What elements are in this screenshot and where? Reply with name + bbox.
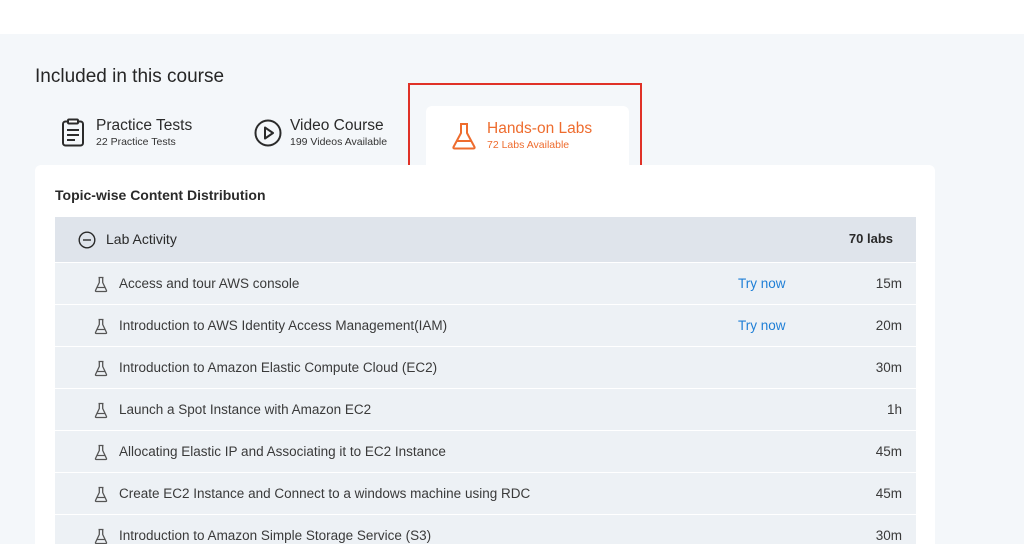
lab-duration: 30m bbox=[875, 528, 902, 543]
tab-practice-tests[interactable]: Practice Tests 22 Practice Tests bbox=[61, 117, 192, 149]
try-now-link[interactable]: Try now bbox=[738, 276, 786, 291]
lab-title: Access and tour AWS console bbox=[119, 276, 300, 291]
try-now-link[interactable]: Try now bbox=[738, 318, 786, 333]
content-distribution-title: Topic-wise Content Distribution bbox=[55, 187, 266, 203]
tab-video-course[interactable]: Video Course 199 Videos Available bbox=[254, 117, 387, 149]
lab-title: Introduction to Amazon Elastic Compute C… bbox=[119, 360, 438, 375]
lab-row: Introduction to AWS Identity Access Mana… bbox=[55, 305, 916, 347]
tab-video-subtitle: 199 Videos Available bbox=[290, 136, 388, 148]
lab-row: Introduction to Amazon Simple Storage Se… bbox=[55, 515, 916, 544]
flask-icon bbox=[94, 486, 108, 508]
lab-title: Allocating Elastic IP and Associating it… bbox=[119, 444, 446, 459]
lab-duration: 20m bbox=[875, 318, 902, 333]
group-label: Lab Activity bbox=[106, 231, 177, 247]
lab-activity-group-header[interactable]: Lab Activity 70 labs bbox=[55, 217, 916, 262]
lab-row: Introduction to Amazon Elastic Compute C… bbox=[55, 347, 916, 389]
flask-icon bbox=[94, 528, 108, 544]
flask-icon bbox=[94, 444, 108, 466]
lab-duration: 45m bbox=[875, 486, 902, 501]
lab-title: Launch a Spot Instance with Amazon EC2 bbox=[119, 402, 372, 417]
flask-icon bbox=[94, 318, 108, 340]
tab-video-title: Video Course bbox=[290, 117, 384, 134]
tab-practice-title: Practice Tests bbox=[96, 117, 193, 134]
lab-row: Launch a Spot Instance with Amazon EC2 1… bbox=[55, 389, 916, 431]
lab-title: Introduction to Amazon Simple Storage Se… bbox=[119, 528, 432, 543]
collapse-minus-icon[interactable] bbox=[78, 231, 96, 254]
lab-duration: 30m bbox=[875, 360, 902, 375]
play-circle-icon bbox=[254, 118, 282, 148]
flask-icon bbox=[94, 360, 108, 382]
group-count: 70 labs bbox=[848, 231, 893, 246]
clipboard-list-icon bbox=[61, 118, 87, 148]
tab-practice-subtitle: 22 Practice Tests bbox=[96, 136, 176, 148]
lab-duration: 15m bbox=[875, 276, 902, 291]
lab-row: Create EC2 Instance and Connect to a win… bbox=[55, 473, 916, 515]
lab-row: Access and tour AWS console Try now 15m bbox=[55, 263, 916, 305]
lab-title: Introduction to AWS Identity Access Mana… bbox=[119, 318, 448, 333]
lab-list: Access and tour AWS console Try now 15m … bbox=[55, 263, 916, 544]
lab-duration: 45m bbox=[875, 444, 902, 459]
lab-duration: 1h bbox=[886, 402, 902, 417]
lab-title: Create EC2 Instance and Connect to a win… bbox=[119, 486, 531, 501]
flask-icon bbox=[94, 276, 108, 298]
flask-icon bbox=[94, 402, 108, 424]
section-heading: Included in this course bbox=[35, 66, 225, 87]
lab-row: Allocating Elastic IP and Associating it… bbox=[55, 431, 916, 473]
